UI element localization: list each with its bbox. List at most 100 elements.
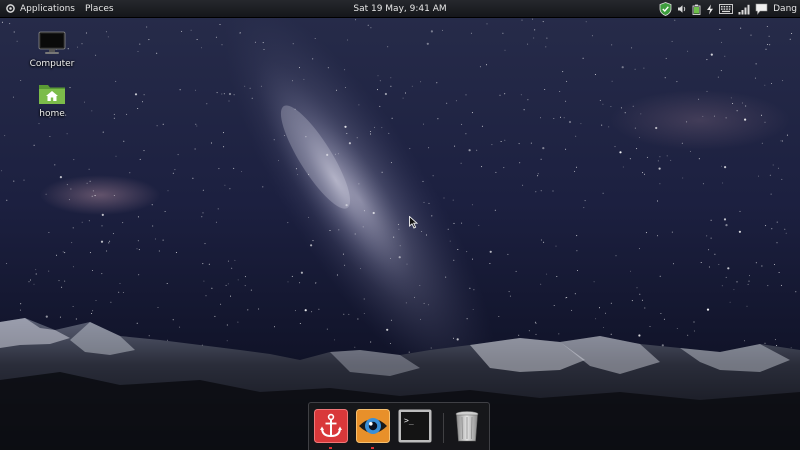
star [6, 199, 8, 201]
star [33, 144, 35, 146]
star [776, 345, 778, 346]
star [540, 117, 541, 119]
star [81, 221, 83, 223]
star [192, 177, 194, 179]
star [698, 158, 700, 160]
network-signal-icon[interactable] [738, 0, 750, 18]
star [303, 78, 305, 80]
star [294, 108, 296, 110]
applications-logo-icon[interactable] [6, 4, 15, 13]
star [398, 228, 400, 230]
star [719, 28, 721, 30]
star [244, 285, 246, 287]
star [687, 334, 689, 336]
star [571, 309, 573, 311]
dock-item-eye-app[interactable] [356, 409, 390, 443]
star [534, 321, 536, 323]
star [698, 98, 700, 100]
star [768, 35, 770, 37]
star [447, 228, 449, 230]
star [767, 44, 769, 45]
star [174, 169, 176, 171]
star [639, 293, 641, 295]
star [461, 222, 463, 224]
star [764, 84, 766, 86]
star [30, 279, 31, 281]
star [687, 50, 689, 52]
star [553, 118, 555, 119]
star [421, 231, 423, 232]
dock-item-terminal[interactable]: >_ [398, 409, 432, 443]
star [354, 233, 356, 235]
star [88, 168, 90, 170]
star [148, 335, 150, 337]
star [610, 333, 612, 335]
star [113, 113, 115, 115]
star [724, 166, 727, 169]
star [724, 55, 726, 57]
star [308, 173, 309, 175]
power-icon[interactable] [706, 0, 714, 18]
star [778, 272, 780, 273]
star [390, 77, 392, 79]
applications-menu[interactable]: Applications [15, 0, 80, 18]
star [287, 222, 289, 224]
star [673, 263, 674, 265]
star [216, 92, 218, 94]
user-menu[interactable]: Dang [773, 4, 797, 14]
star [397, 224, 399, 225]
star [237, 279, 239, 281]
star [409, 148, 411, 150]
star [706, 59, 708, 61]
security-shield-icon[interactable] [659, 0, 672, 18]
star [64, 252, 66, 254]
places-menu[interactable]: Places [80, 0, 119, 18]
star [530, 142, 532, 144]
star [358, 104, 360, 106]
star [218, 168, 220, 170]
star [761, 142, 763, 144]
desktop-icon-home[interactable]: home [22, 80, 82, 119]
star [419, 285, 421, 286]
star [504, 93, 506, 95]
star [95, 300, 97, 301]
chat-icon[interactable] [755, 0, 768, 18]
star [357, 318, 359, 320]
star [769, 174, 771, 176]
star [126, 113, 128, 115]
star [608, 126, 610, 128]
star [360, 268, 361, 270]
star [390, 162, 392, 164]
star [518, 334, 520, 336]
star [249, 87, 251, 89]
star [367, 24, 369, 26]
star [499, 94, 501, 96]
star [143, 94, 145, 96]
clock[interactable]: Sat 19 May, 9:41 AM [353, 4, 446, 14]
dock-item-trash[interactable] [450, 409, 484, 443]
star [59, 176, 63, 179]
star [113, 117, 115, 119]
dock-item-anchor-app[interactable] [314, 409, 348, 443]
star [201, 47, 202, 49]
star [196, 39, 198, 40]
star [614, 146, 616, 148]
star [577, 270, 578, 271]
star [738, 230, 742, 233]
keyboard-icon[interactable] [719, 0, 734, 18]
star [782, 80, 784, 82]
star [542, 21, 544, 23]
star [372, 211, 375, 215]
system-tray: Dang [659, 0, 800, 18]
star [389, 343, 391, 344]
star [250, 289, 252, 291]
star [13, 180, 15, 182]
volume-icon[interactable] [677, 0, 687, 18]
battery-icon[interactable] [692, 0, 701, 18]
star [465, 94, 467, 96]
star [689, 150, 691, 152]
star [766, 26, 768, 27]
desktop-icon-computer[interactable]: Computer [22, 30, 82, 69]
star [113, 195, 115, 196]
star [657, 235, 658, 237]
